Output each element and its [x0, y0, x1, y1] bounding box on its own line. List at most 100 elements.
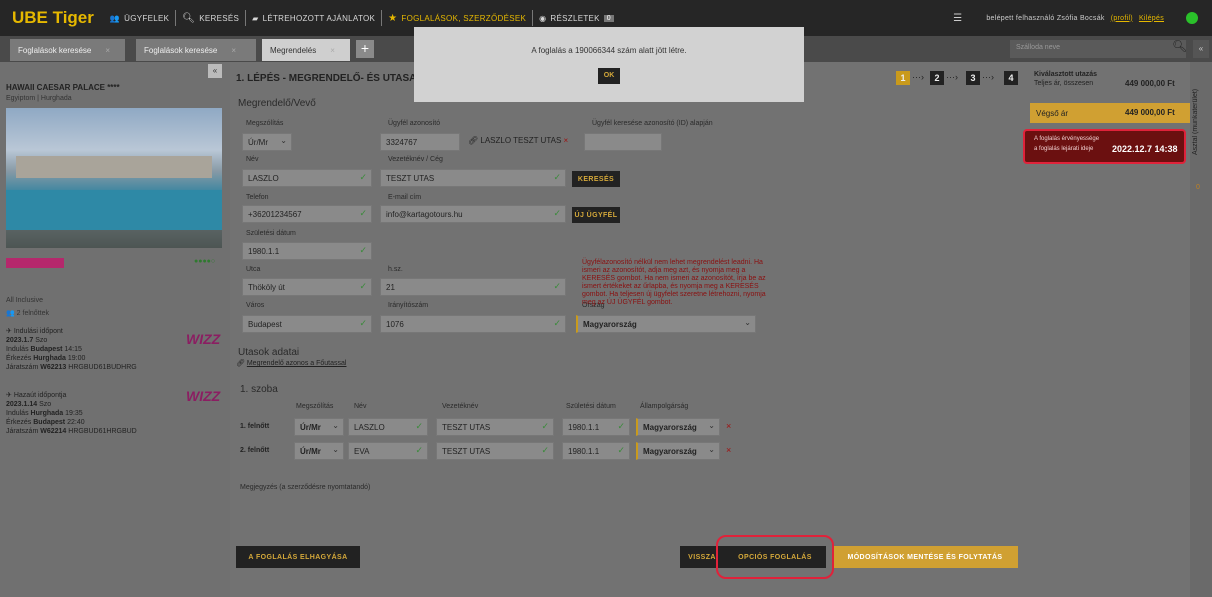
- dep-prefix: Indulás: [6, 410, 29, 417]
- step-1-indicator[interactable]: 1: [896, 71, 910, 85]
- city-input[interactable]: Budapest ✓: [242, 315, 372, 333]
- check-icon: ✓: [359, 245, 367, 255]
- step-name: MEGRENDELŐ- ÉS UTASA: [288, 73, 417, 84]
- users-icon: 👥: [109, 13, 121, 23]
- abandon-booking-button[interactable]: A FOGLALÁS ELHAGYÁSA: [236, 546, 360, 568]
- remove-traveler-icon[interactable]: ×: [726, 421, 731, 431]
- passenger-count-label: 2 felnőttek: [16, 310, 49, 317]
- surname-input[interactable]: TESZT UTAS ✓: [380, 169, 566, 187]
- nav-details-label: RÉSZLETEK: [550, 13, 600, 23]
- dep-city: Budapest: [30, 346, 63, 353]
- traveler-surname-value: TESZT UTAS: [442, 423, 491, 432]
- chevron-down-icon: ⌄: [744, 318, 751, 327]
- unlink-icon[interactable]: ×: [564, 136, 569, 145]
- house-number-input[interactable]: 21 ✓: [380, 278, 566, 296]
- traveler-birth-input[interactable]: 1980.1.1 ✓: [562, 442, 630, 460]
- logout-link[interactable]: Kilépés: [1139, 15, 1164, 22]
- col-header: Vezetéknév: [442, 403, 479, 410]
- tab-booking-search-1[interactable]: Foglalások keresése ×: [10, 39, 125, 61]
- step-3-indicator[interactable]: 3: [966, 71, 980, 85]
- step-4-indicator[interactable]: 4: [1004, 71, 1018, 85]
- email-input[interactable]: info@kartagotours.hu ✓: [380, 205, 566, 223]
- street-label: Utca: [246, 266, 261, 273]
- col-header: Megszólítás: [296, 403, 334, 410]
- menu-icon[interactable]: ☰: [953, 13, 962, 24]
- plane-arrival-icon: ✈: [6, 392, 12, 399]
- traveler-label: 1. felnőtt: [240, 423, 270, 430]
- collapse-right-panel-button[interactable]: «: [1193, 40, 1209, 58]
- traveler-salutation-select[interactable]: Úr/Mr ⌄: [294, 442, 344, 460]
- add-tab-button[interactable]: +: [356, 40, 374, 58]
- arr-city: Hurghada: [33, 355, 66, 362]
- validity-date: 2022.12.7 14:38: [1112, 144, 1178, 154]
- traveler-nationality-select[interactable]: Magyarország ⌄: [636, 418, 720, 436]
- search-by-id-input[interactable]: [584, 133, 662, 151]
- traveler-salutation-select[interactable]: Úr/Mr ⌄: [294, 418, 344, 436]
- check-icon: ✓: [553, 281, 561, 291]
- search-icon[interactable]: 🔍︎: [1172, 39, 1187, 53]
- traveler-birth-value: 1980.1.1: [568, 447, 600, 456]
- phone-input[interactable]: +36201234567 ✓: [242, 205, 372, 223]
- remove-traveler-icon[interactable]: ×: [726, 445, 731, 455]
- traveler-surname-input[interactable]: TESZT UTAS ✓: [436, 418, 554, 436]
- search-icon: 🔍︎: [182, 12, 196, 24]
- room-title: 1. szoba: [240, 384, 278, 395]
- new-client-button[interactable]: ÚJ ÜGYFÉL: [572, 207, 620, 223]
- nav-offers-label: LÉTREHOZOTT AJÁNLATOK: [262, 13, 376, 23]
- surname-label: Vezetéknév / Cég: [388, 156, 443, 163]
- country-select[interactable]: Magyarország ⌄: [576, 315, 756, 333]
- profile-link[interactable]: (profil): [1111, 15, 1133, 22]
- tab-order[interactable]: Megrendelés ×: [262, 39, 350, 61]
- nav-clients-label: ÜGYFELEK: [124, 13, 170, 23]
- salutation-label: Megszólítás: [246, 120, 284, 127]
- zip-input[interactable]: 1076 ✓: [380, 315, 566, 333]
- app-logo[interactable]: UBE Tiger: [12, 8, 94, 28]
- workspace-label[interactable]: Asztal (munkaterület): [1192, 74, 1210, 170]
- client-search-button[interactable]: KERESÉS: [572, 171, 620, 187]
- check-icon: ✓: [617, 445, 625, 455]
- final-price-label: Végső ár: [1036, 109, 1069, 118]
- close-icon[interactable]: ×: [105, 46, 110, 55]
- same-as-orderer-link[interactable]: 🔗︎ Megrendelő azonos a Főutassal: [236, 359, 346, 367]
- linked-client-name: LASZLO TESZT UTAS: [480, 136, 562, 145]
- nav-bookings-label: FOGLALÁSOK, SZERZŐDÉSEK: [401, 13, 527, 23]
- close-icon[interactable]: ×: [231, 46, 236, 55]
- traveler-birth-input[interactable]: 1980.1.1 ✓: [562, 418, 630, 436]
- step-2-indicator[interactable]: 2: [930, 71, 944, 85]
- first-name-input[interactable]: LASZLO ✓: [242, 169, 372, 187]
- arr-city: Budapest: [33, 419, 66, 426]
- birth-date-input[interactable]: 1980.1.1 ✓: [242, 242, 372, 260]
- traveler-surname-input[interactable]: TESZT UTAS ✓: [436, 442, 554, 460]
- tab-booking-search-2[interactable]: Foglalások keresése ×: [136, 39, 256, 61]
- chevron-down-icon: ⌄: [332, 421, 339, 430]
- details-badge: 0: [603, 14, 614, 22]
- linked-client: 🔗︎ LASZLO TESZT UTAS ×: [468, 136, 568, 145]
- traveler-name-input[interactable]: EVA ✓: [348, 442, 428, 460]
- flight-route: HRGBUD61HRGBUD: [68, 428, 137, 435]
- ok-button[interactable]: OK: [598, 68, 620, 84]
- salutation-select[interactable]: Úr/Mr ⌄: [242, 133, 292, 151]
- step-arrow-icon: ···›: [946, 72, 958, 82]
- traveler-nationality-select[interactable]: Magyarország ⌄: [636, 442, 720, 460]
- nav-search[interactable]: 🔍︎ KERESÉS: [176, 0, 245, 36]
- flight-prefix: Járatszám: [6, 364, 39, 371]
- phone-label: Telefon: [246, 194, 269, 201]
- client-id-input[interactable]: 3324767: [380, 133, 460, 151]
- save-and-continue-button[interactable]: MÓDOSÍTÁSOK MENTÉSE ÉS FOLYTATÁS: [832, 546, 1018, 568]
- check-icon: ✓: [359, 281, 367, 291]
- hotel-search-input[interactable]: Szálloda neve: [1010, 40, 1186, 58]
- user-area: ☰ belépett felhasználó Zsófia Bocsák (pr…: [953, 0, 1164, 36]
- tab-label: Foglalások keresése: [144, 45, 218, 55]
- highlight-annotation: [716, 535, 834, 579]
- street-input[interactable]: Thököly út ✓: [242, 278, 372, 296]
- collapse-left-panel-button[interactable]: «: [208, 64, 222, 78]
- eye-icon: ◉: [539, 13, 547, 23]
- inbound-date: 2023.1.14: [6, 401, 38, 408]
- traveler-name-input[interactable]: LASZLO ✓: [348, 418, 428, 436]
- airline-logo: WIZZ: [186, 388, 221, 404]
- nav-offers[interactable]: ▰ LÉTREHOZOTT AJÁNLATOK: [246, 0, 381, 36]
- close-icon[interactable]: ×: [330, 46, 335, 55]
- nav-clients[interactable]: 👥 ÜGYFELEK: [104, 0, 175, 36]
- zip-label: Irányítószám: [388, 302, 429, 309]
- outbound-title: Indulási időpont: [13, 328, 63, 335]
